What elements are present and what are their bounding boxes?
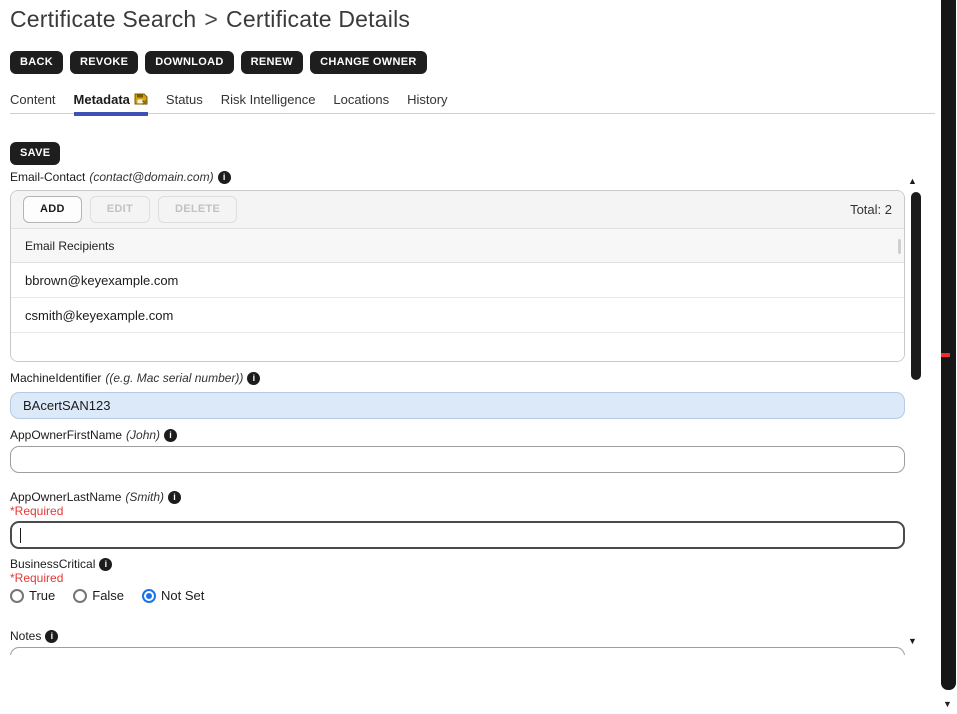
info-icon[interactable]: i [247, 372, 260, 385]
breadcrumb-certificate-search[interactable]: Certificate Search [10, 6, 196, 32]
tabs-divider [10, 113, 935, 114]
machine-identifier-input[interactable] [10, 392, 905, 419]
add-button[interactable]: ADD [23, 196, 82, 223]
app-owner-last-name-input[interactable] [10, 521, 905, 549]
page-scrollbar-down-icon[interactable]: ▼ [943, 699, 952, 709]
tab-status[interactable]: Status [166, 92, 203, 113]
business-critical-radio-group: True False Not Set [10, 588, 204, 603]
change-owner-button[interactable]: CHANGE OWNER [310, 51, 427, 74]
email-recipients-grid: ADD EDIT DELETE Total: 2 Email Recipient… [10, 190, 905, 362]
action-button-bar: BACK REVOKE DOWNLOAD RENEW CHANGE OWNER [10, 51, 427, 74]
info-icon[interactable]: i [99, 558, 112, 571]
grid-total-count: 2 [885, 202, 892, 217]
app-owner-last-name-label: AppOwnerLastName (Smith) i [10, 490, 181, 504]
tab-history[interactable]: History [407, 92, 447, 113]
radio-circle [73, 589, 87, 603]
save-button[interactable]: SAVE [10, 142, 60, 165]
app-owner-first-name-input[interactable] [10, 446, 905, 473]
active-tab-underline [74, 112, 148, 116]
notes-input[interactable] [10, 647, 905, 655]
breadcrumb-separator: > [204, 6, 218, 32]
radio-circle [10, 589, 24, 603]
text-cursor [20, 528, 21, 543]
inner-scrollbar-up-icon[interactable]: ▲ [908, 176, 917, 186]
grid-total: Total: 2 [850, 202, 892, 217]
revoke-button[interactable]: REVOKE [70, 51, 138, 74]
download-button[interactable]: DOWNLOAD [145, 51, 233, 74]
grid-toolbar: ADD EDIT DELETE Total: 2 [11, 191, 904, 228]
page-scrollbar-red-marker [941, 353, 950, 357]
info-icon[interactable]: i [218, 171, 231, 184]
unsaved-changes-save-icon [134, 93, 148, 106]
required-indicator: *Required [10, 571, 63, 585]
back-button[interactable]: BACK [10, 51, 63, 74]
info-icon[interactable]: i [45, 630, 58, 643]
tab-content[interactable]: Content [10, 92, 56, 113]
table-row[interactable]: csmith@keyexample.com [11, 298, 904, 333]
info-icon[interactable]: i [164, 429, 177, 442]
info-icon[interactable]: i [168, 491, 181, 504]
table-row[interactable]: bbrown@keyexample.com [11, 263, 904, 298]
delete-button[interactable]: DELETE [158, 196, 237, 223]
metadata-form-region: SAVE Email-Contact (contact@domain.com) … [0, 130, 940, 655]
tab-locations[interactable]: Locations [333, 92, 389, 113]
tab-metadata[interactable]: Metadata [74, 92, 148, 113]
required-indicator: *Required [10, 504, 63, 518]
tab-bar: Content Metadata Status Risk Intelligenc… [10, 92, 448, 113]
app-owner-first-name-label: AppOwnerFirstName (John) i [10, 428, 177, 442]
tab-risk-intelligence[interactable]: Risk Intelligence [221, 92, 316, 113]
grid-column-header: Email Recipients [11, 228, 904, 263]
page-scrollbar-thumb[interactable] [941, 0, 956, 690]
breadcrumb: Certificate Search > Certificate Details [10, 6, 410, 33]
business-critical-label: BusinessCritical i [10, 557, 112, 571]
machine-identifier-label: MachineIdentifier ((e.g. Mac serial numb… [10, 371, 260, 385]
breadcrumb-certificate-details: Certificate Details [226, 6, 410, 32]
column-resize-handle[interactable] [898, 239, 901, 254]
radio-false[interactable]: False [73, 588, 124, 603]
radio-not-set[interactable]: Not Set [142, 588, 204, 603]
notes-label: Notes i [10, 629, 58, 643]
email-contact-label: Email-Contact (contact@domain.com) i [10, 170, 231, 184]
certificate-details-page: Certificate Search > Certificate Details B… [0, 0, 957, 714]
inner-scrollbar-thumb[interactable] [911, 192, 921, 380]
edit-button[interactable]: EDIT [90, 196, 150, 223]
renew-button[interactable]: RENEW [241, 51, 303, 74]
radio-true[interactable]: True [10, 588, 55, 603]
table-row-empty [11, 333, 904, 361]
radio-circle [142, 589, 156, 603]
inner-scrollbar-down-icon[interactable]: ▼ [908, 636, 917, 646]
